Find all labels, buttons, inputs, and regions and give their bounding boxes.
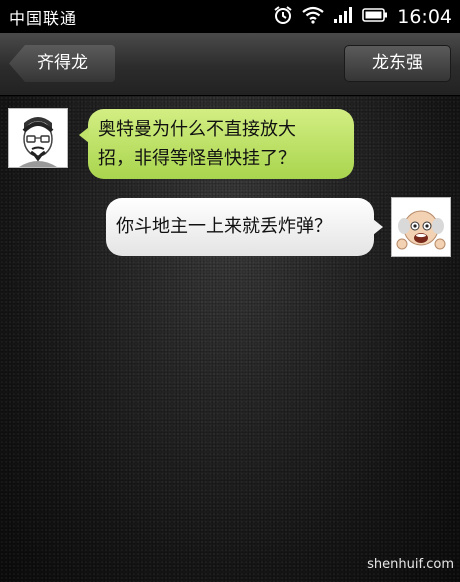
alarm-icon (273, 5, 293, 29)
battery-icon (362, 7, 388, 27)
message-text: 你斗地主一上来就丢炸弹？ (116, 216, 332, 237)
clock-time: 16:04 (397, 5, 452, 28)
user-avatar[interactable] (391, 197, 451, 257)
message-text-line: 招，非得等怪兽快挂了？ (98, 148, 296, 169)
incoming-message-bubble[interactable]: 奥特曼为什么不直接放大 招，非得等怪兽快挂了？ (79, 109, 354, 179)
wifi-icon (302, 6, 324, 28)
sender-avatar[interactable] (8, 108, 68, 168)
signal-icon (333, 6, 353, 28)
back-button[interactable]: 齐得龙 (9, 45, 115, 82)
message-text-line: 奥特曼为什么不直接放大 (98, 119, 296, 140)
status-icons: 16:04 (273, 5, 452, 29)
status-bar: 中国联通 16:04 (0, 0, 460, 33)
title-bar: 齐得龙 龙东强 (0, 33, 460, 96)
back-button-label: 齐得龙 (37, 53, 88, 73)
watermark: shenhuif.com (367, 557, 454, 572)
carrier-label: 中国联通 (9, 8, 78, 28)
contact-button[interactable]: 龙东强 (344, 45, 451, 82)
outgoing-message-bubble[interactable]: 你斗地主一上来就丢炸弹？ (106, 198, 383, 256)
chat-screen: 中国联通 16:04 齐得龙 龙东强 奥特曼为什么不直接放大 招，非得等怪兽快挂… (0, 0, 460, 582)
